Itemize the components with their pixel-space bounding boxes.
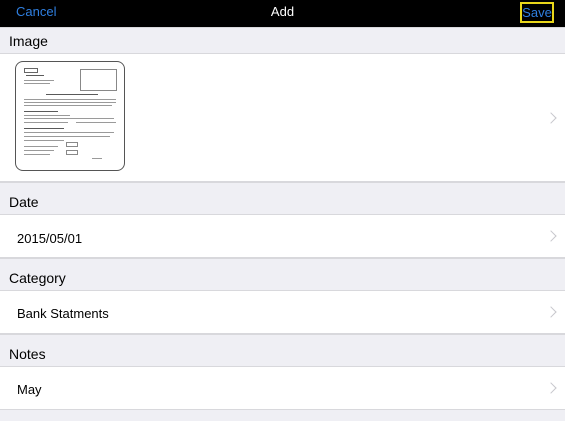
- section-header-notes: Notes: [0, 334, 565, 366]
- category-row[interactable]: Bank Statments: [0, 290, 565, 334]
- chevron-right-icon: [545, 382, 557, 394]
- date-value: 2015/05/01: [17, 231, 83, 246]
- section-header-label: Date: [9, 194, 39, 210]
- chevron-right-icon: [545, 112, 557, 124]
- date-row[interactable]: 2015/05/01: [0, 214, 565, 258]
- notes-value: May: [17, 382, 42, 397]
- category-value: Bank Statments: [17, 306, 109, 321]
- image-row[interactable]: [0, 53, 565, 182]
- navigation-bar: Cancel Add Save: [0, 0, 565, 27]
- section-header-image: Image: [0, 27, 565, 53]
- section-header-category: Category: [0, 258, 565, 290]
- document-thumbnail[interactable]: [15, 61, 125, 171]
- section-header-label: Category: [9, 270, 66, 286]
- section-header-date: Date: [0, 182, 565, 214]
- chevron-right-icon: [545, 306, 557, 318]
- page-title: Add: [270, 4, 295, 19]
- section-header-label: Image: [9, 33, 48, 49]
- chevron-right-icon: [545, 230, 557, 242]
- save-button[interactable]: Save: [520, 2, 554, 23]
- notes-row[interactable]: May: [0, 366, 565, 410]
- section-header-label: Notes: [9, 346, 46, 362]
